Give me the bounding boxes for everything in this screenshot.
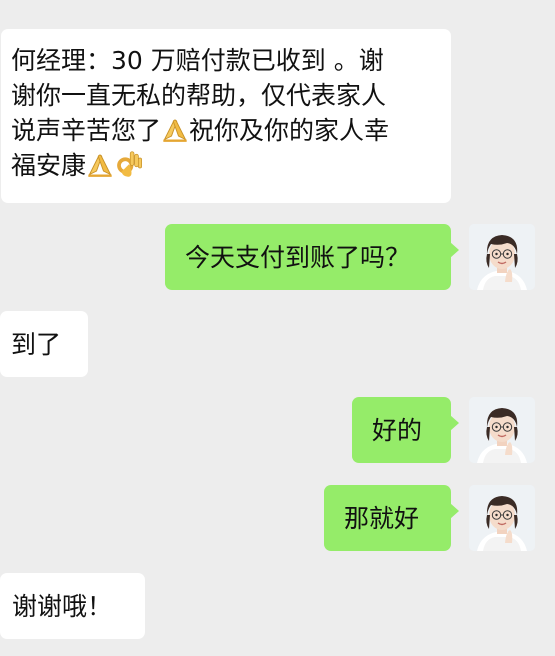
message-text: 谢谢哦！ — [12, 592, 113, 621]
message-line: 福安康 — [11, 148, 451, 183]
outgoing-message-bubble[interactable]: 那就好 — [324, 485, 459, 551]
message-text: 到了 — [11, 330, 62, 359]
avatar-image — [469, 224, 535, 290]
message-line: 何经理：30 万赔付款已收到 。谢 — [11, 46, 384, 75]
incoming-message-bubble[interactable]: 何经理：30 万赔付款已收到 。谢 谢你一直无私的帮助，仅代表家人 说声辛苦您了… — [1, 29, 451, 203]
ok-hand-emoji — [114, 148, 144, 178]
avatar-image — [469, 485, 535, 551]
message-text: 好的 — [372, 416, 423, 445]
sender-avatar[interactable] — [469, 397, 535, 463]
avatar-image — [469, 397, 535, 463]
message-text: 今天支付到账了吗？ — [185, 243, 411, 272]
message-text: 那就好 — [344, 504, 420, 533]
incoming-message-bubble[interactable]: 谢谢哦！ — [0, 573, 145, 639]
sender-avatar[interactable] — [469, 224, 535, 290]
outgoing-message-bubble[interactable]: 今天支付到账了吗？ — [165, 224, 459, 290]
folded-hands-emoji — [161, 115, 189, 143]
message-text: 福安康 — [11, 151, 87, 180]
incoming-message-bubble[interactable]: 到了 — [0, 311, 88, 377]
folded-hands-emoji — [86, 150, 114, 178]
chat-conversation: 何经理：30 万赔付款已收到 。谢 谢你一直无私的帮助，仅代表家人 说声辛苦您了… — [0, 0, 555, 656]
message-text: 说声辛苦您了 — [11, 116, 162, 145]
outgoing-message-bubble[interactable]: 好的 — [352, 397, 459, 463]
message-text: 祝你及你的家人幸 — [189, 116, 390, 145]
message-line: 说声辛苦您了 祝你及你的家人幸 — [11, 113, 451, 148]
sender-avatar[interactable] — [469, 485, 535, 551]
message-line: 谢你一直无私的帮助，仅代表家人 — [11, 81, 387, 110]
